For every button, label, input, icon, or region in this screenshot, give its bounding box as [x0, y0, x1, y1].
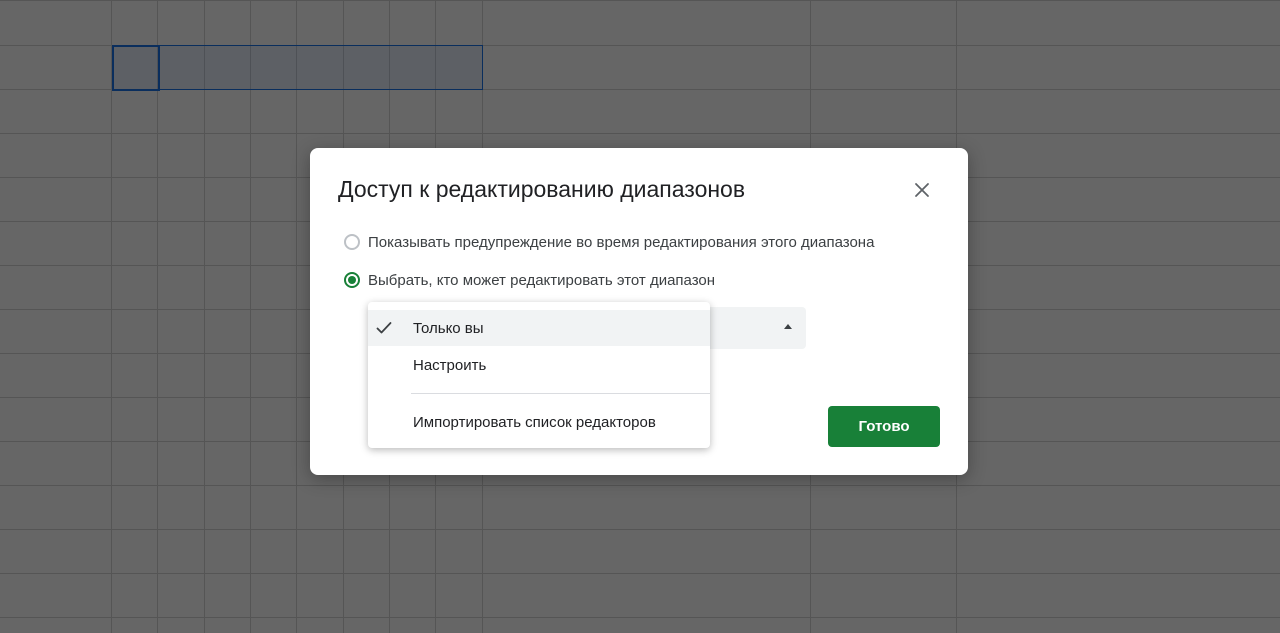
- menu-item-label: Импортировать список редакторов: [413, 413, 656, 431]
- close-button[interactable]: [910, 178, 934, 202]
- editors-dropdown-menu: Только вы Настроить Импортировать список…: [368, 302, 710, 448]
- arrow-up-icon: [784, 324, 792, 329]
- menu-item-import-editors[interactable]: Импортировать список редакторов: [368, 404, 710, 440]
- menu-item-label: Настроить: [413, 356, 487, 374]
- radio-label-show-warning: Показывать предупреждение во время редак…: [368, 233, 875, 251]
- close-icon: [915, 183, 929, 197]
- radio-label-choose-editors: Выбрать, кто может редактировать этот ди…: [368, 271, 716, 289]
- menu-item-customize[interactable]: Настроить: [368, 347, 710, 383]
- radio-button-checked[interactable]: [344, 272, 360, 288]
- radio-show-warning[interactable]: Показывать предупреждение во время редак…: [344, 231, 874, 253]
- menu-item-only-you[interactable]: Только вы: [368, 310, 710, 346]
- done-button[interactable]: Готово: [828, 406, 940, 447]
- menu-item-label: Только вы: [413, 319, 484, 337]
- check-icon: [376, 322, 392, 334]
- radio-button-unchecked[interactable]: [344, 234, 360, 250]
- menu-divider: [411, 393, 710, 394]
- radio-choose-editors[interactable]: Выбрать, кто может редактировать этот ди…: [344, 269, 715, 291]
- dialog-title: Доступ к редактированию диапазонов: [338, 176, 746, 202]
